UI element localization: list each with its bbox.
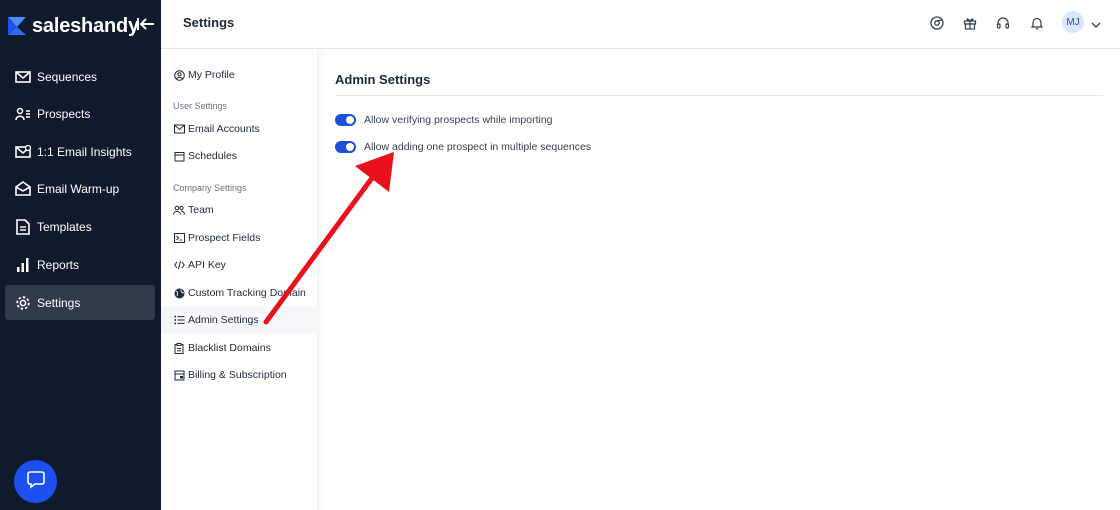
subnav-item-admin-settings[interactable]: Admin Settings — [161, 307, 318, 333]
sidebar-item-reports[interactable]: Reports — [5, 247, 155, 282]
subnav-item-billing[interactable]: Billing & Subscription — [161, 362, 318, 388]
section-title: Admin Settings — [335, 72, 431, 87]
avatar[interactable]: MJ — [1062, 11, 1084, 33]
setting-label: Allow verifying prospects while importin… — [364, 114, 553, 126]
chat-icon — [26, 469, 46, 494]
top-bar: Settings MJ — [161, 0, 1120, 49]
sidebar-item-label: Templates — [37, 219, 92, 234]
sidebar-item-templates[interactable]: Templates — [5, 209, 155, 244]
subnav-item-label: Billing & Subscription — [188, 369, 287, 381]
sidebar-item-label: Sequences — [37, 69, 98, 84]
collapse-sidebar-icon[interactable] — [136, 15, 158, 35]
subnav-item-label: Admin Settings — [188, 314, 259, 326]
subnav-item-team[interactable]: Team — [161, 197, 318, 223]
multiple-sequences-toggle[interactable] — [335, 141, 356, 153]
section-heading-company-settings: Company Settings — [173, 183, 247, 193]
clipboard-icon — [173, 342, 185, 354]
subnav-item-label: Blacklist Domains — [188, 342, 271, 354]
email-insights-icon — [14, 143, 32, 161]
sidebar-item-prospects[interactable]: Prospects — [5, 96, 155, 131]
subnav-item-label: My Profile — [188, 69, 235, 81]
subnav-item-label: Prospect Fields — [188, 232, 261, 244]
bell-icon[interactable] — [1027, 13, 1047, 33]
subnav-item-schedules[interactable]: Schedules — [161, 143, 318, 169]
settings-subnav: My Profile User Settings Email Accounts … — [161, 49, 318, 510]
admin-settings-panel: Admin Settings Allow verifying prospects… — [318, 49, 1120, 510]
subnav-item-blacklist-domains[interactable]: Blacklist Domains — [161, 335, 318, 361]
gear-icon — [14, 294, 32, 312]
setting-row-multiple-sequences: Allow adding one prospect in multiple se… — [335, 139, 591, 155]
setting-label: Allow adding one prospect in multiple se… — [364, 141, 592, 153]
team-icon — [173, 204, 185, 216]
verify-prospects-toggle[interactable] — [335, 114, 356, 126]
sidebar-item-settings[interactable]: Settings — [5, 285, 155, 320]
reports-icon — [14, 256, 32, 274]
billing-icon — [173, 369, 185, 381]
sidebar-item-email-insights[interactable]: 1:1 Email Insights — [5, 134, 155, 169]
subnav-item-prospect-fields[interactable]: Prospect Fields — [161, 225, 318, 251]
mail-icon — [14, 68, 32, 86]
subnav-item-custom-tracking-domain[interactable]: Custom Tracking Domain — [161, 280, 318, 306]
support-headset-icon[interactable] — [993, 13, 1013, 33]
templates-icon — [14, 218, 32, 236]
sidebar-item-label: Reports — [37, 257, 80, 272]
sidebar-item-email-warmup[interactable]: Email Warm-up — [5, 171, 155, 206]
subnav-item-api-key[interactable]: API Key — [161, 252, 318, 278]
list-icon — [173, 314, 185, 326]
chevron-down-icon[interactable] — [1091, 17, 1101, 28]
toggle-knob — [346, 116, 354, 124]
chrome-extension-icon[interactable] — [927, 13, 947, 33]
brand[interactable]: saleshandy — [6, 12, 139, 40]
subnav-item-label: API Key — [188, 259, 226, 271]
calendar-icon — [173, 150, 185, 162]
sidebar-item-sequences[interactable]: Sequences — [5, 59, 155, 94]
gift-icon[interactable] — [960, 13, 980, 33]
brand-name: saleshandy — [32, 14, 139, 37]
subnav-item-label: Custom Tracking Domain — [188, 287, 306, 299]
sidebar-item-label: Settings — [37, 295, 81, 310]
subnav-item-my-profile[interactable]: My Profile — [161, 62, 318, 88]
user-circle-icon — [173, 69, 185, 81]
warmup-icon — [14, 180, 32, 198]
saleshandy-logo-icon — [6, 15, 28, 37]
code-icon — [173, 259, 185, 271]
subnav-item-label: Email Accounts — [188, 123, 260, 135]
section-heading-user-settings: User Settings — [173, 101, 228, 111]
sidebar-item-label: 1:1 Email Insights — [37, 144, 132, 159]
setting-row-verify-prospects: Allow verifying prospects while importin… — [335, 112, 553, 128]
globe-icon — [173, 287, 185, 299]
subnav-item-label: Team — [188, 204, 214, 216]
toggle-knob — [346, 143, 354, 151]
terminal-icon — [173, 232, 185, 244]
support-chat-button[interactable] — [14, 460, 57, 503]
main-sidebar: saleshandy Sequences Prospects 1:1 Email… — [0, 0, 161, 510]
sidebar-item-label: Email Warm-up — [37, 181, 120, 196]
subnav-item-label: Schedules — [188, 150, 238, 162]
page-title: Settings — [183, 15, 235, 30]
divider — [335, 95, 1103, 96]
subnav-item-email-accounts[interactable]: Email Accounts — [161, 116, 318, 142]
prospects-icon — [14, 105, 32, 123]
sidebar-item-label: Prospects — [37, 106, 91, 121]
envelope-icon — [173, 123, 185, 135]
